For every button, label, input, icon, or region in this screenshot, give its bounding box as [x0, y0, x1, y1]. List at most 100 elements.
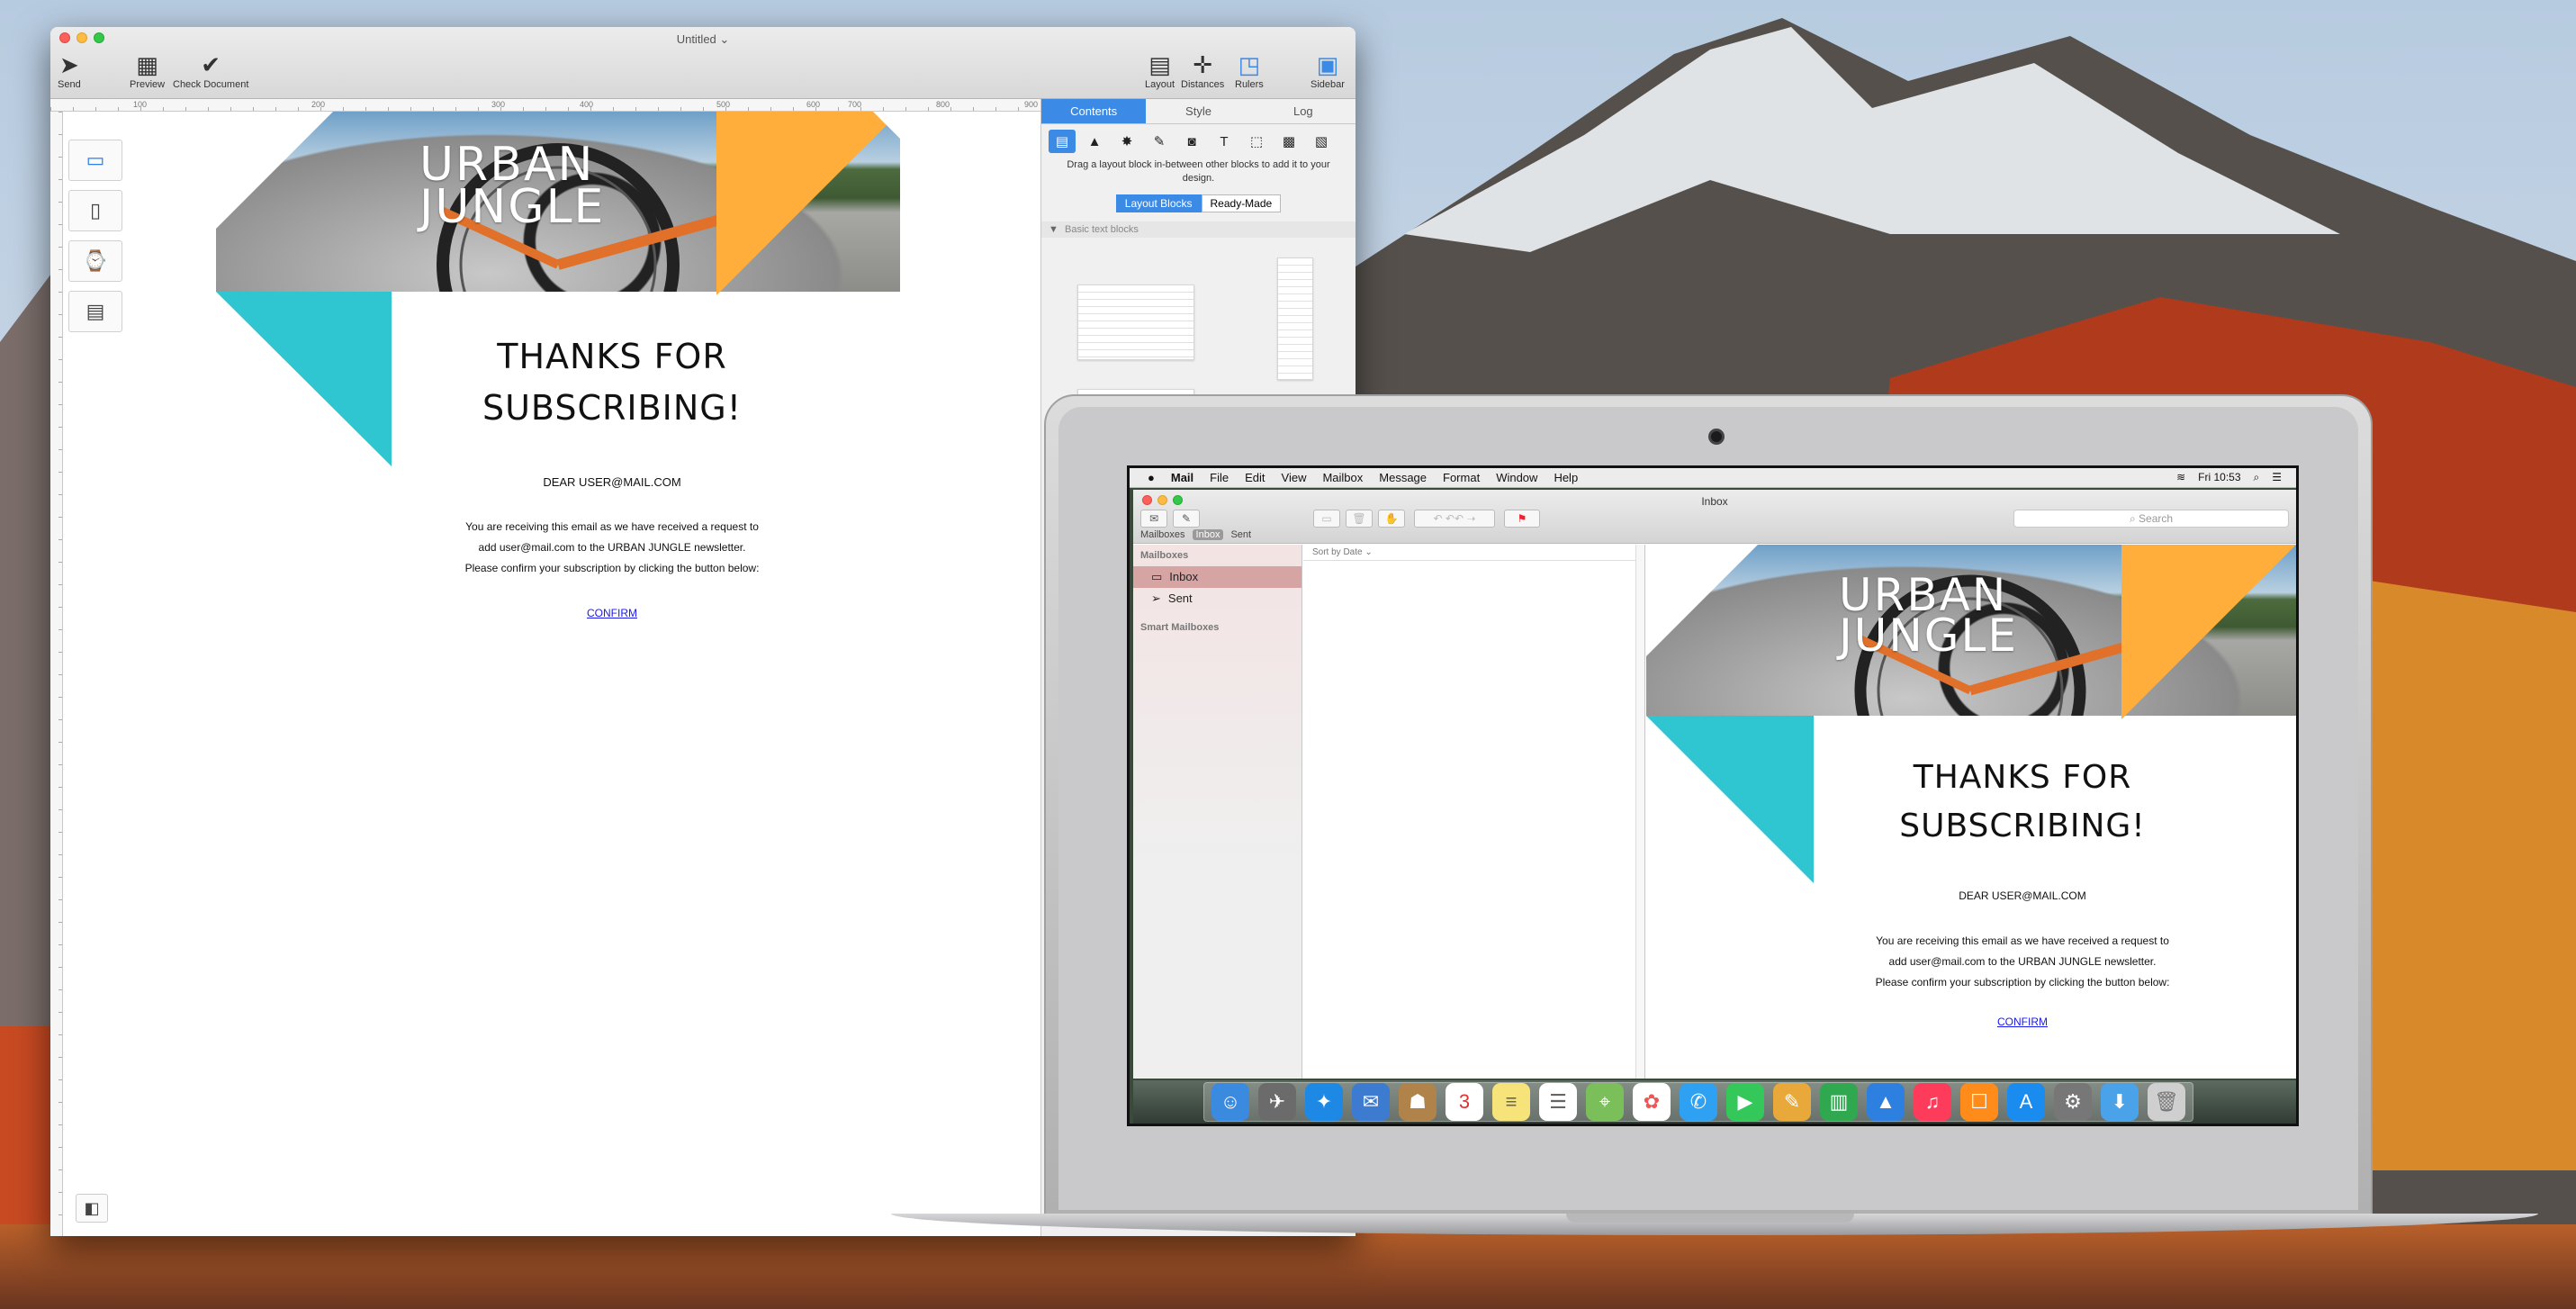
sort-by-date[interactable]: Sort by Date ⌄: [1303, 545, 1644, 561]
fav-mailboxes[interactable]: Mailboxes: [1140, 529, 1185, 540]
ruler-tick: 100: [133, 100, 148, 109]
preview-body: You are receiving this email as we have …: [1646, 931, 2296, 992]
mail-title: Inbox: [1701, 495, 1728, 508]
badge-icon[interactable]: ✸: [1113, 130, 1140, 153]
archive-button[interactable]: ▭: [1313, 510, 1340, 528]
preview-confirm-link[interactable]: CONFIRM: [1646, 1016, 2296, 1028]
device-switcher: ▭ ▯ ⌚ ▤: [68, 140, 124, 332]
menu-format[interactable]: Format: [1443, 471, 1480, 484]
fav-inbox[interactable]: Inbox: [1192, 529, 1224, 540]
pane-divider[interactable]: [1635, 545, 1644, 1079]
pattern-icon[interactable]: ▩: [1275, 130, 1302, 153]
list-icon[interactable]: ☰: [2272, 471, 2282, 484]
flag-icon: ⚑: [1517, 512, 1527, 525]
preview-body-line2: add user@mail.com to the URBAN JUNGLE ne…: [1888, 954, 2157, 968]
watch-device-button[interactable]: ⌚: [68, 240, 122, 282]
menu-window[interactable]: Window: [1496, 471, 1537, 484]
ruler-tick: 600: [806, 100, 821, 109]
confirm-link[interactable]: CONFIRM: [216, 607, 1008, 619]
tab-style[interactable]: Style: [1146, 99, 1250, 123]
calendar-icon[interactable]: 3: [1446, 1083, 1483, 1121]
rulers-button[interactable]: ◳ Rulers: [1235, 50, 1264, 90]
email-canvas[interactable]: URBAN JUNGLE THANKS FOR SUBSCRIBING!: [216, 112, 900, 472]
clock[interactable]: Fri 10:53: [2198, 471, 2240, 484]
downloads-folder-icon[interactable]: ⬇: [2101, 1083, 2139, 1121]
menu-file[interactable]: File: [1210, 471, 1229, 484]
check-document-button[interactable]: ✔ Check Document: [173, 50, 248, 90]
preview-body-line1: You are receiving this email as we have …: [1876, 934, 2169, 947]
wifi-icon[interactable]: ≋: [2176, 471, 2185, 484]
message-list[interactable]: Sort by Date ⌄: [1303, 545, 1645, 1079]
bottom-panel-button[interactable]: ◧: [76, 1194, 108, 1223]
flag-button[interactable]: ⚑: [1504, 510, 1540, 528]
sidebar-item-inbox[interactable]: ▭ Inbox: [1133, 566, 1302, 588]
trash-button[interactable]: 🗑: [1346, 510, 1373, 528]
app-store-icon[interactable]: A: [2007, 1083, 2045, 1121]
tab-contents[interactable]: Contents: [1041, 99, 1147, 123]
basic-text-blocks-group[interactable]: ▼ Basic text blocks: [1041, 221, 1356, 238]
window-title: Untitled ⌄: [676, 32, 730, 46]
get-mail-button[interactable]: ✉: [1140, 510, 1167, 528]
menu-mail[interactable]: Mail: [1171, 471, 1193, 484]
phone-device-button[interactable]: ▯: [68, 190, 122, 231]
crop-icon[interactable]: ⬚: [1243, 130, 1270, 153]
notes-icon[interactable]: ≡: [1492, 1083, 1530, 1121]
preview-title-line1: THANKS FOR: [1913, 759, 2132, 796]
camera-icon[interactable]: ◙: [1178, 130, 1205, 153]
preview-button[interactable]: ▦ Preview: [130, 50, 165, 90]
email-body: You are receiving this email as we have …: [216, 517, 1008, 578]
itunes-icon[interactable]: ♫: [1914, 1083, 1951, 1121]
search-icon[interactable]: ⌕: [2254, 471, 2260, 484]
reminders-icon[interactable]: ☰: [1539, 1083, 1577, 1121]
image-icon[interactable]: ▧: [1308, 130, 1335, 153]
mailbox-sidebar: Mailboxes ▭ Inbox ➢ Sent Smart Mailboxes: [1133, 545, 1302, 1079]
trash-icon[interactable]: 🗑: [2148, 1083, 2185, 1121]
pages-icon[interactable]: ✎: [1773, 1083, 1811, 1121]
menu-help[interactable]: Help: [1554, 471, 1578, 484]
menu-view[interactable]: View: [1282, 471, 1307, 484]
crosshair-icon: ✛: [1193, 51, 1213, 78]
mail-icon[interactable]: ✉: [1352, 1083, 1390, 1121]
layout-blocks-tab[interactable]: Layout Blocks: [1115, 194, 1202, 212]
triangle-icon[interactable]: ▲: [1081, 130, 1108, 153]
menu-mailbox[interactable]: Mailbox: [1322, 471, 1363, 484]
facetime-icon[interactable]: ▶: [1726, 1083, 1764, 1121]
text-block-preview[interactable]: [1277, 257, 1313, 380]
messages-icon[interactable]: ✆: [1680, 1083, 1717, 1121]
text-block-preview[interactable]: [1077, 284, 1194, 360]
photos-icon[interactable]: ✿: [1633, 1083, 1671, 1121]
plain-text-button[interactable]: ▤: [68, 291, 122, 332]
send-button[interactable]: ➤ Send: [58, 50, 81, 90]
sidebar-item-sent[interactable]: ➢ Sent: [1133, 588, 1302, 609]
safari-icon[interactable]: ✦: [1305, 1083, 1343, 1121]
vertical-ruler[interactable]: [50, 112, 63, 1236]
launchpad-icon[interactable]: ✈: [1258, 1083, 1296, 1121]
ruler-tick: 900: [1024, 100, 1039, 109]
laptop-icon: ▭: [86, 149, 105, 171]
reply-buttons[interactable]: ↶ ↶↶ ➝: [1414, 510, 1495, 528]
horizontal-ruler[interactable]: 100 200 300 400 500 600 700 800 900: [50, 99, 1040, 112]
compose-button[interactable]: ✎: [1173, 510, 1200, 528]
brush-icon[interactable]: ✎: [1146, 130, 1173, 153]
layout-blocks-icon[interactable]: ▤: [1049, 130, 1076, 153]
distances-button[interactable]: ✛ Distances: [1181, 50, 1224, 90]
ready-made-tab[interactable]: Ready-Made: [1201, 194, 1282, 212]
menu-message[interactable]: Message: [1379, 471, 1427, 484]
apple-icon[interactable]: ●: [1148, 471, 1155, 484]
contacts-icon[interactable]: ☗: [1399, 1083, 1437, 1121]
finder-icon[interactable]: ☺: [1211, 1083, 1249, 1121]
sidebar-button[interactable]: ▣ Sidebar: [1311, 50, 1345, 90]
numbers-icon[interactable]: ▥: [1820, 1083, 1858, 1121]
desktop-device-button[interactable]: ▭: [68, 140, 122, 181]
system-preferences-icon[interactable]: ⚙: [2054, 1083, 2092, 1121]
maps-icon[interactable]: ⌖: [1586, 1083, 1624, 1121]
junk-button[interactable]: ✋: [1378, 510, 1405, 528]
menu-edit[interactable]: Edit: [1245, 471, 1265, 484]
mail-search-field[interactable]: ⌕ Search: [2013, 510, 2289, 528]
fav-sent[interactable]: Sent: [1230, 529, 1251, 540]
layout-button[interactable]: ▤ Layout: [1145, 50, 1175, 90]
keynote-icon[interactable]: ▲: [1867, 1083, 1905, 1121]
ibooks-icon[interactable]: ☐: [1960, 1083, 1998, 1121]
tab-log[interactable]: Log: [1251, 99, 1356, 123]
text-icon[interactable]: T: [1211, 130, 1238, 153]
